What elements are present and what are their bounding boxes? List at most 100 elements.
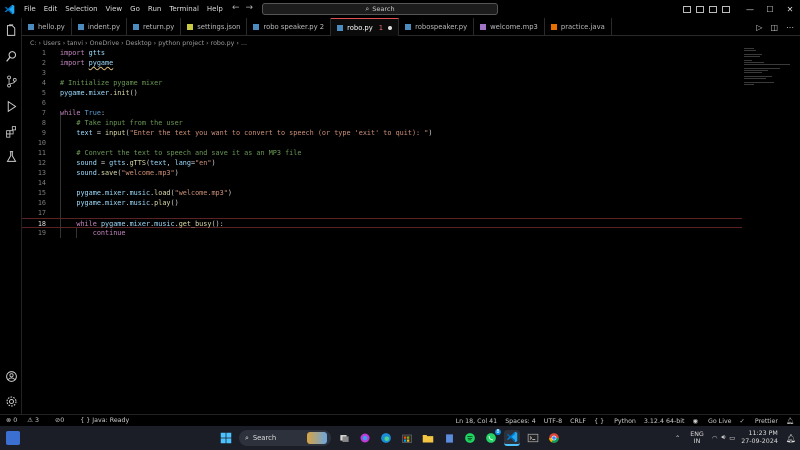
code-line[interactable]: 11 # Convert the text to speech and save… bbox=[22, 148, 742, 158]
breadcrumb-item[interactable]: OneDrive bbox=[90, 40, 120, 47]
notification-center-icon[interactable]: 🔔︎ bbox=[786, 434, 796, 443]
code-line[interactable]: 7 while True: bbox=[22, 108, 742, 118]
menu-item-edit[interactable]: Edit bbox=[40, 0, 62, 18]
tab-indent-py[interactable]: indent.py bbox=[72, 18, 127, 36]
code-line[interactable]: 2 import pygame bbox=[22, 58, 742, 68]
testing-flask-icon[interactable] bbox=[4, 149, 18, 163]
breadcrumb-item[interactable]: Desktop bbox=[126, 40, 152, 47]
explorer-icon[interactable] bbox=[4, 23, 18, 37]
menu-item-run[interactable]: Run bbox=[144, 0, 165, 18]
encoding[interactable]: UTF-8 bbox=[544, 418, 562, 425]
code-line[interactable]: 9 text = input("Enter the text you want … bbox=[22, 128, 742, 138]
code-line[interactable]: 18 while pygame.mixer.music.get_busy(): bbox=[22, 218, 742, 228]
run-debug-icon[interactable] bbox=[4, 99, 18, 113]
volume-icon[interactable]: 🔊︎ bbox=[721, 434, 725, 442]
code-line[interactable]: 8 # Take input from the user bbox=[22, 118, 742, 128]
show-hidden-icons-icon[interactable]: ⌃ bbox=[675, 435, 680, 442]
start-windows-icon[interactable] bbox=[218, 430, 234, 446]
wifi-icon[interactable]: ◠ bbox=[712, 435, 718, 442]
vscode-taskbar-icon[interactable] bbox=[504, 430, 520, 446]
toggle-sidebar-icon[interactable] bbox=[683, 5, 691, 13]
menu-item-go[interactable]: Go bbox=[126, 0, 144, 18]
language-mode[interactable]: { } Python bbox=[594, 418, 636, 425]
breadcrumb-item[interactable]: C: bbox=[30, 40, 37, 47]
battery-icon[interactable]: ▭ bbox=[729, 435, 735, 442]
close-button[interactable]: ✕ bbox=[780, 5, 800, 14]
menu-item-view[interactable]: View bbox=[102, 0, 127, 18]
task-view-icon[interactable] bbox=[336, 430, 352, 446]
code-line[interactable]: 15 pygame.mixer.music.load("welcome.mp3"… bbox=[22, 188, 742, 198]
menu-item-help[interactable]: Help bbox=[203, 0, 227, 18]
split-editor-icon[interactable]: ◫ bbox=[770, 23, 778, 32]
tab-welcome-mp3[interactable]: welcome.mp3 bbox=[474, 18, 545, 36]
code-line[interactable]: 1 import gtts bbox=[22, 48, 742, 58]
python-interpreter[interactable]: 3.12.4 64-bit bbox=[644, 418, 685, 425]
code-line[interactable]: 3 bbox=[22, 68, 742, 78]
tab-robo-py[interactable]: robo.py 1 bbox=[331, 18, 400, 36]
taskbar-search[interactable]: ⌕ Search bbox=[239, 430, 331, 446]
tab-settings-json[interactable]: settings.json bbox=[181, 18, 248, 36]
whatsapp-icon[interactable]: 8 bbox=[483, 429, 501, 446]
spotify-icon[interactable] bbox=[462, 430, 478, 446]
accounts-icon[interactable] bbox=[4, 369, 18, 383]
minimap[interactable] bbox=[744, 48, 792, 88]
source-control-icon[interactable] bbox=[4, 74, 18, 88]
code-line[interactable]: 17 bbox=[22, 208, 742, 218]
tab-robospeaker-py[interactable]: robospeaker.py bbox=[399, 18, 475, 36]
tab-return-py[interactable]: return.py bbox=[127, 18, 182, 36]
maximize-button[interactable]: ☐ bbox=[760, 5, 780, 14]
notifications-bell-icon[interactable]: 🔔︎ bbox=[786, 417, 794, 425]
chrome-icon[interactable] bbox=[546, 430, 562, 446]
clock[interactable]: 11:23 PM 27-09-2024 bbox=[741, 430, 778, 446]
toggle-secondary-sidebar-icon[interactable] bbox=[709, 5, 717, 13]
code-editor[interactable]: 1 import gtts 2 import pygame 3 4 # Initialize… bbox=[22, 48, 742, 413]
forward-arrow-icon[interactable]: → bbox=[246, 3, 260, 13]
code-line[interactable]: 16 pygame.mixer.music.play() bbox=[22, 198, 742, 208]
menu-item-file[interactable]: File bbox=[20, 0, 40, 18]
go-live-button[interactable]: ◉ Go Live bbox=[692, 418, 731, 425]
code-line[interactable]: 6 bbox=[22, 98, 742, 108]
code-line[interactable]: 19 continue bbox=[22, 228, 742, 238]
code-line[interactable]: 10 bbox=[22, 138, 742, 148]
terminal-icon[interactable] bbox=[525, 430, 541, 446]
file-explorer-icon[interactable] bbox=[420, 430, 436, 446]
java-status[interactable]: { } Java: Ready bbox=[80, 417, 137, 424]
minimize-button[interactable]: — bbox=[740, 5, 760, 14]
prettier-status[interactable]: ✓ Prettier bbox=[740, 418, 778, 425]
indentation[interactable]: Spaces: 4 bbox=[505, 418, 536, 425]
edge-browser-icon[interactable] bbox=[378, 430, 394, 446]
problems-indicator[interactable]: ⊗ 0 ⚠ 3 bbox=[6, 417, 47, 424]
breadcrumb-item[interactable]: ... bbox=[241, 40, 247, 47]
tab-hello-py[interactable]: hello.py bbox=[22, 18, 72, 36]
input-language[interactable]: ENG IN bbox=[690, 431, 704, 445]
customize-layout-icon[interactable] bbox=[722, 5, 730, 13]
unsaved-dot-icon[interactable] bbox=[388, 25, 393, 30]
extensions-icon[interactable] bbox=[4, 124, 18, 138]
code-line[interactable]: 13 sound.save("welcome.mp3") bbox=[22, 168, 742, 178]
end-of-line[interactable]: CRLF bbox=[570, 418, 586, 425]
toggle-panel-icon[interactable] bbox=[696, 5, 704, 13]
code-line[interactable]: 4 # Initialize pygame mixer bbox=[22, 78, 742, 88]
menu-item-selection[interactable]: Selection bbox=[61, 0, 101, 18]
menu-item-terminal[interactable]: Terminal bbox=[165, 0, 203, 18]
breadcrumb-item[interactable]: tanvi bbox=[67, 40, 83, 47]
settings-gear-icon[interactable] bbox=[4, 394, 18, 408]
more-actions-icon[interactable]: ⋯ bbox=[786, 23, 794, 32]
breadcrumb-item[interactable]: Users bbox=[43, 40, 61, 47]
code-line[interactable]: 12 sound = gtts.gTTS(text, lang="en") bbox=[22, 158, 742, 168]
breadcrumb-item[interactable]: python project bbox=[158, 40, 204, 47]
documents-icon[interactable] bbox=[441, 430, 457, 446]
cursor-position[interactable]: Ln 18, Col 41 bbox=[456, 418, 498, 425]
breadcrumb-item[interactable]: robo.py bbox=[211, 40, 235, 47]
back-arrow-icon[interactable]: ← bbox=[232, 3, 246, 13]
tab-practice-java[interactable]: practice.java bbox=[545, 18, 612, 36]
command-center-search[interactable]: ⌕ Search bbox=[262, 3, 498, 15]
code-line[interactable]: 5 pygame.mixer.init() bbox=[22, 88, 742, 98]
search-icon[interactable] bbox=[4, 49, 18, 63]
run-python-icon[interactable]: ▷ bbox=[756, 23, 762, 32]
widgets-icon[interactable] bbox=[6, 431, 20, 445]
ports-indicator[interactable]: ⊘0 bbox=[55, 417, 72, 424]
store-icon[interactable] bbox=[399, 430, 415, 446]
copilot-icon[interactable] bbox=[357, 430, 373, 446]
code-line[interactable]: 14 bbox=[22, 178, 742, 188]
